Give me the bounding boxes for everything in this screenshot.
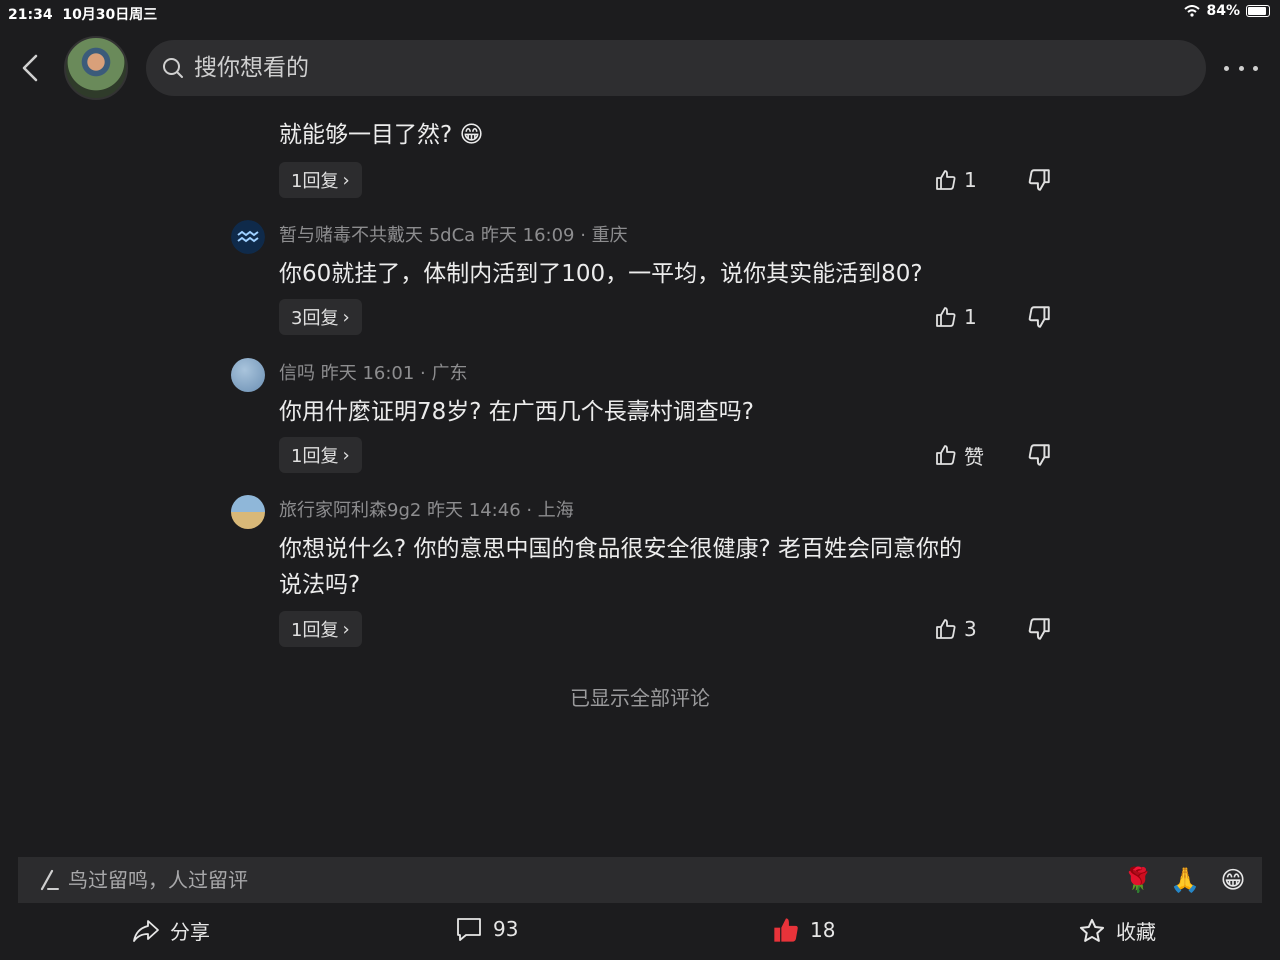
thumbs-up-icon: [936, 619, 956, 639]
comment-meta: 信吗 昨天 16:01 · 广东: [279, 363, 468, 384]
like-article-button[interactable]: 18: [772, 916, 835, 944]
status-date: 10月30日周三: [62, 7, 158, 23]
comment-meta: 暂与赌毒不共戴天 5dCa 昨天 16:09 · 重庆: [279, 225, 628, 246]
like-button[interactable]: 3: [934, 615, 977, 643]
search-box[interactable]: [146, 40, 1206, 96]
wifi-icon: [1184, 5, 1201, 17]
share-button[interactable]: 分享: [132, 916, 210, 945]
comment-count: 93: [493, 917, 519, 941]
chevron-right-icon: ›: [342, 306, 350, 328]
thumbs-down-icon[interactable]: [1026, 304, 1052, 330]
comment-composer[interactable]: 🌹 🙏 😁: [18, 857, 1262, 903]
chevron-right-icon: ›: [342, 444, 350, 466]
thumbs-up-filled-icon: [774, 918, 798, 942]
thumbs-up-icon: [936, 170, 956, 190]
status-time: 21:34 10月30日周三: [8, 7, 158, 23]
comment-text: 你用什麼证明78岁? 在广西几个長壽村调查吗?: [279, 399, 754, 425]
search-input[interactable]: [194, 55, 1094, 81]
battery-percent: 84%: [1206, 3, 1240, 19]
back-icon[interactable]: [18, 52, 46, 84]
share-label: 分享: [170, 920, 210, 944]
battery-icon: [1246, 5, 1270, 17]
grin-emoji: 😁: [459, 122, 484, 148]
comment-icon: [457, 918, 481, 941]
like-label: 赞: [964, 444, 984, 469]
share-icon: [133, 919, 159, 942]
rose-emoji-button[interactable]: 🌹: [1123, 865, 1153, 895]
pray-emoji-button[interactable]: 🙏: [1170, 865, 1200, 895]
comment-text: 你想说什么? 你的意思中国的食品很安全很健康? 老百姓会同意你的 说法吗?: [279, 531, 962, 603]
reply-count-button[interactable]: 1回复 ›: [279, 162, 362, 198]
grin-emoji-button[interactable]: 😁: [1218, 865, 1248, 895]
reply-count-button[interactable]: 1回复 ›: [279, 611, 362, 647]
favorite-label: 收藏: [1116, 920, 1156, 944]
chevron-right-icon: ›: [342, 169, 350, 191]
commenter-avatar[interactable]: [231, 358, 265, 392]
search-icon: [163, 58, 183, 78]
favorite-button[interactable]: 收藏: [1078, 916, 1156, 945]
thumbs-down-icon[interactable]: [1026, 167, 1052, 193]
thumbs-up-icon: [936, 445, 956, 465]
article-like-count: 18: [810, 918, 836, 942]
status-right: 84%: [1184, 3, 1270, 19]
comment-text: 你60就挂了，体制内活到了100，一平均，说你其实能活到80?: [279, 261, 923, 287]
commenter-avatar[interactable]: [231, 220, 265, 254]
thumbs-down-icon[interactable]: [1026, 616, 1052, 642]
chevron-right-icon: ›: [342, 618, 350, 640]
comments-button[interactable]: 93: [455, 916, 518, 942]
top-bar: [0, 36, 1280, 100]
reply-count-button[interactable]: 1回复 ›: [279, 437, 362, 473]
comment-text-line: 你想说什么? 你的意思中国的食品很安全很健康? 老百姓会同意你的: [279, 536, 963, 562]
thumbs-down-icon[interactable]: [1026, 442, 1052, 468]
comment-input[interactable]: [68, 868, 868, 892]
bottom-action-bar: 分享 93 18 收藏: [0, 910, 1280, 954]
status-bar: 21:34 10月30日周三 84%: [0, 0, 1280, 24]
like-count: 1: [964, 168, 977, 192]
comment-text: 就能够一目了然? 😁: [279, 122, 484, 148]
reply-count-button[interactable]: 3回复 ›: [279, 299, 362, 335]
like-count: 1: [964, 305, 977, 329]
more-options-button[interactable]: [1224, 60, 1258, 76]
author-avatar[interactable]: [64, 36, 128, 100]
commenter-avatar[interactable]: [231, 495, 265, 529]
like-button[interactable]: 1: [934, 166, 977, 194]
like-button[interactable]: 1: [934, 303, 977, 331]
like-count: 3: [964, 617, 977, 641]
comment-text-line: 说法吗?: [279, 572, 361, 598]
like-button[interactable]: 赞: [934, 441, 984, 469]
comment-meta: 旅行家阿利森9g2 昨天 14:46 · 上海: [279, 500, 574, 521]
pen-icon: [40, 869, 59, 891]
all-comments-shown: 已显示全部评论: [570, 686, 710, 710]
thumbs-up-icon: [936, 307, 956, 327]
star-icon: [1079, 918, 1105, 942]
